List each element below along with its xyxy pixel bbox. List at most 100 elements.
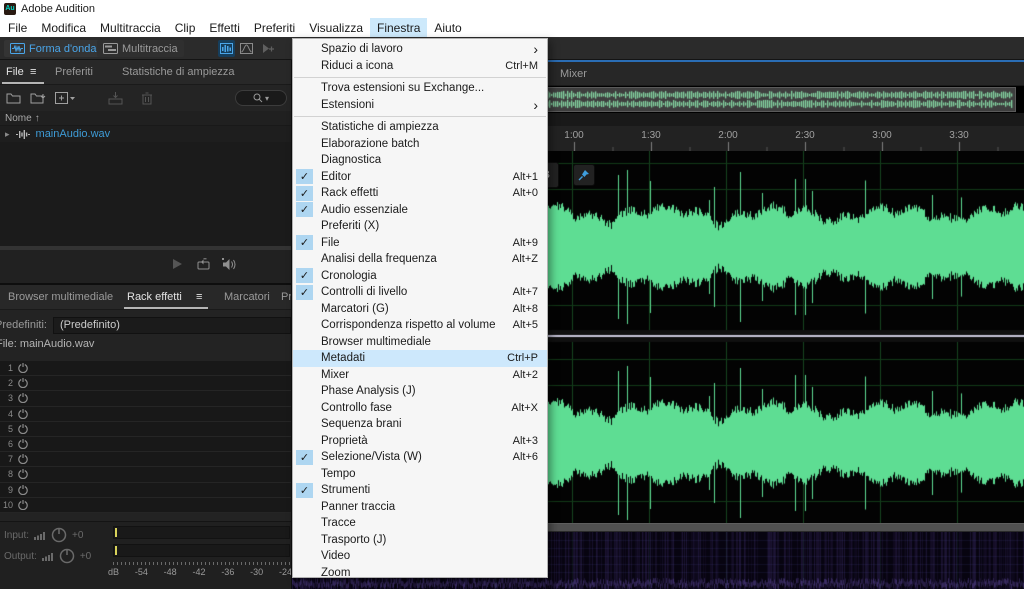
menu-item-riduci-a-icona[interactable]: Riduci a iconaCtrl+M [293,58,547,75]
menu-item-strumenti[interactable]: ✓Strumenti [293,482,547,499]
tab-marcatori[interactable]: Marcatori [224,291,270,303]
files-column-header[interactable]: Nome ↑ [0,111,291,126]
pin-button[interactable] [573,164,595,186]
power-icon[interactable] [18,363,28,373]
power-icon[interactable] [18,469,28,479]
menu-item-spazio-di-lavoro[interactable]: Spazio di lavoro› [293,41,547,58]
meter-scale-label: -36 [221,567,234,577]
checkmark-placeholder [296,301,313,316]
menu-item-selezione-vista-w[interactable]: ✓Selezione/Vista (W)Alt+6 [293,449,547,466]
menu-item-sequenza-brani[interactable]: Sequenza brani [293,416,547,433]
menu-item-audio-essenziale[interactable]: ✓Audio essenziale [293,202,547,219]
tab-file[interactable]: File [6,66,24,78]
menu-item-trasporto-j[interactable]: Trasporto (J) [293,532,547,549]
import-file-icon[interactable] [30,92,46,104]
waveform-view-button[interactable]: Forma d'onda [4,40,103,57]
menu-item-diagnostica[interactable]: Diagnostica [293,152,547,169]
preset-select[interactable]: (Predefinito) [53,317,291,334]
menu-item-mixer[interactable]: MixerAlt+2 [293,367,547,384]
effect-slot-3[interactable]: 3 [0,391,291,406]
tab-rack-effetti[interactable]: Rack effetti [127,291,182,303]
menu-item-phase-analysis-j[interactable]: Phase Analysis (J) [293,383,547,400]
loop-playback-icon[interactable] [196,258,211,271]
menu-item-cronologia[interactable]: ✓Cronologia [293,268,547,285]
menu-item-preferiti-x[interactable]: Preferiti (X) [293,218,547,235]
menu-item-rack-effetti[interactable]: ✓Rack effettiAlt+0 [293,185,547,202]
power-icon[interactable] [18,409,28,419]
show-waveform-icon[interactable] [218,40,235,57]
new-content-icon[interactable] [55,92,75,104]
menu-item-label: Spazio di lavoro [321,43,533,55]
output-knob[interactable] [59,548,75,564]
multitrack-view-button[interactable]: Multitraccia [97,40,184,57]
checkmark-placeholder [296,565,313,580]
search-input[interactable]: ▾ [235,90,287,106]
menu-item-file[interactable]: ✓FileAlt+9 [293,235,547,252]
power-icon[interactable] [18,454,28,464]
power-icon[interactable] [18,424,28,434]
effect-slot-4[interactable]: 4 [0,407,291,422]
menu-item-metadati[interactable]: MetadatiCtrl+P [293,350,547,367]
effect-slot-5[interactable]: 5 [0,422,291,437]
play-icon[interactable] [172,258,183,270]
panel-menu-icon[interactable]: ≡ [30,66,36,78]
menu-item-video[interactable]: Video [293,548,547,565]
waveform-button-label: Forma d'onda [29,43,97,55]
menu-shortcut: Ctrl+P [507,352,538,364]
power-icon[interactable] [18,485,28,495]
effect-slot-6[interactable]: 6 [0,437,291,452]
meter-scale-label: -24 [279,567,292,577]
menu-item-controllo-fase[interactable]: Controllo faseAlt+X [293,400,547,417]
expand-twisty-icon[interactable]: ▸ [5,129,10,140]
effect-slot-8[interactable]: 8 [0,467,291,482]
checkmark-placeholder [296,549,313,564]
tab-preferiti[interactable]: Preferiti [55,66,93,78]
effect-slot-2[interactable]: 2 [0,376,291,391]
effect-slot-7[interactable]: 7 [0,452,291,467]
tab-proprieta[interactable]: Proprietà [281,291,292,303]
menu-item-analisi-della-frequenza[interactable]: Analisi della frequenzaAlt+Z [293,251,547,268]
menubar-item-effetti[interactable]: Effetti [202,18,246,37]
effect-slot-10[interactable]: 10 [0,498,291,513]
menu-item-zoom[interactable]: Zoom [293,565,547,582]
power-icon[interactable] [18,378,28,388]
menu-item-corrispondenza-rispetto-al-volume[interactable]: Corrispondenza rispetto al volumeAlt+5 [293,317,547,334]
menubar-item-file[interactable]: File [1,18,34,37]
menu-item-controlli-di-livello[interactable]: ✓Controlli di livelloAlt+7 [293,284,547,301]
input-knob[interactable] [51,527,67,543]
open-file-icon[interactable] [6,92,21,104]
menubar-item-visualizza[interactable]: Visualizza [302,18,370,37]
menu-item-tempo[interactable]: Tempo [293,466,547,483]
menubar-item-clip[interactable]: Clip [168,18,203,37]
effect-slot-9[interactable]: 9 [0,483,291,498]
tab-browser-multimediale[interactable]: Browser multimediale [8,291,113,303]
tab-statistiche[interactable]: Statistiche di ampiezza [122,66,235,78]
menu-item-estensioni[interactable]: Estensioni› [293,97,547,114]
effect-slot-1[interactable]: 1 [0,361,291,376]
menu-item-statistiche-di-ampiezza[interactable]: Statistiche di ampiezza [293,119,547,136]
menubar-item-modifica[interactable]: Modifica [34,18,93,37]
power-icon[interactable] [18,500,28,510]
menu-item-panner-traccia[interactable]: Panner traccia [293,499,547,516]
menu-item-trova-estensioni-su-exchange[interactable]: Trova estensioni su Exchange... [293,80,547,97]
menu-item-tracce[interactable]: Tracce [293,515,547,532]
tab-mixer[interactable]: Mixer [560,68,587,80]
menubar-item-multitraccia[interactable]: Multitraccia [93,18,168,37]
show-spectral-icon[interactable] [238,40,255,57]
menu-item-propriet[interactable]: ProprietàAlt+3 [293,433,547,450]
menu-item-editor[interactable]: ✓EditorAlt+1 [293,169,547,186]
multitrack-button-label: Multitraccia [122,43,178,55]
menu-item-marcatori-g[interactable]: Marcatori (G)Alt+8 [293,301,547,318]
speaker-icon[interactable] [222,258,237,271]
move-tool-icon[interactable] [259,40,276,57]
audio-file-icon [16,130,30,139]
fx-panel-menu-icon[interactable]: ≡ [196,291,202,303]
menubar-item-preferiti[interactable]: Preferiti [247,18,302,37]
power-icon[interactable] [18,439,28,449]
power-icon[interactable] [18,393,28,403]
file-row-mainaudio[interactable]: ▸ mainAudio.wav [0,126,291,142]
menubar-item-aiuto[interactable]: Aiuto [427,18,468,37]
menu-item-elaborazione-batch[interactable]: Elaborazione batch [293,136,547,153]
menu-item-browser-multimediale[interactable]: Browser multimediale [293,334,547,351]
menubar-item-finestra[interactable]: Finestra [370,18,427,37]
